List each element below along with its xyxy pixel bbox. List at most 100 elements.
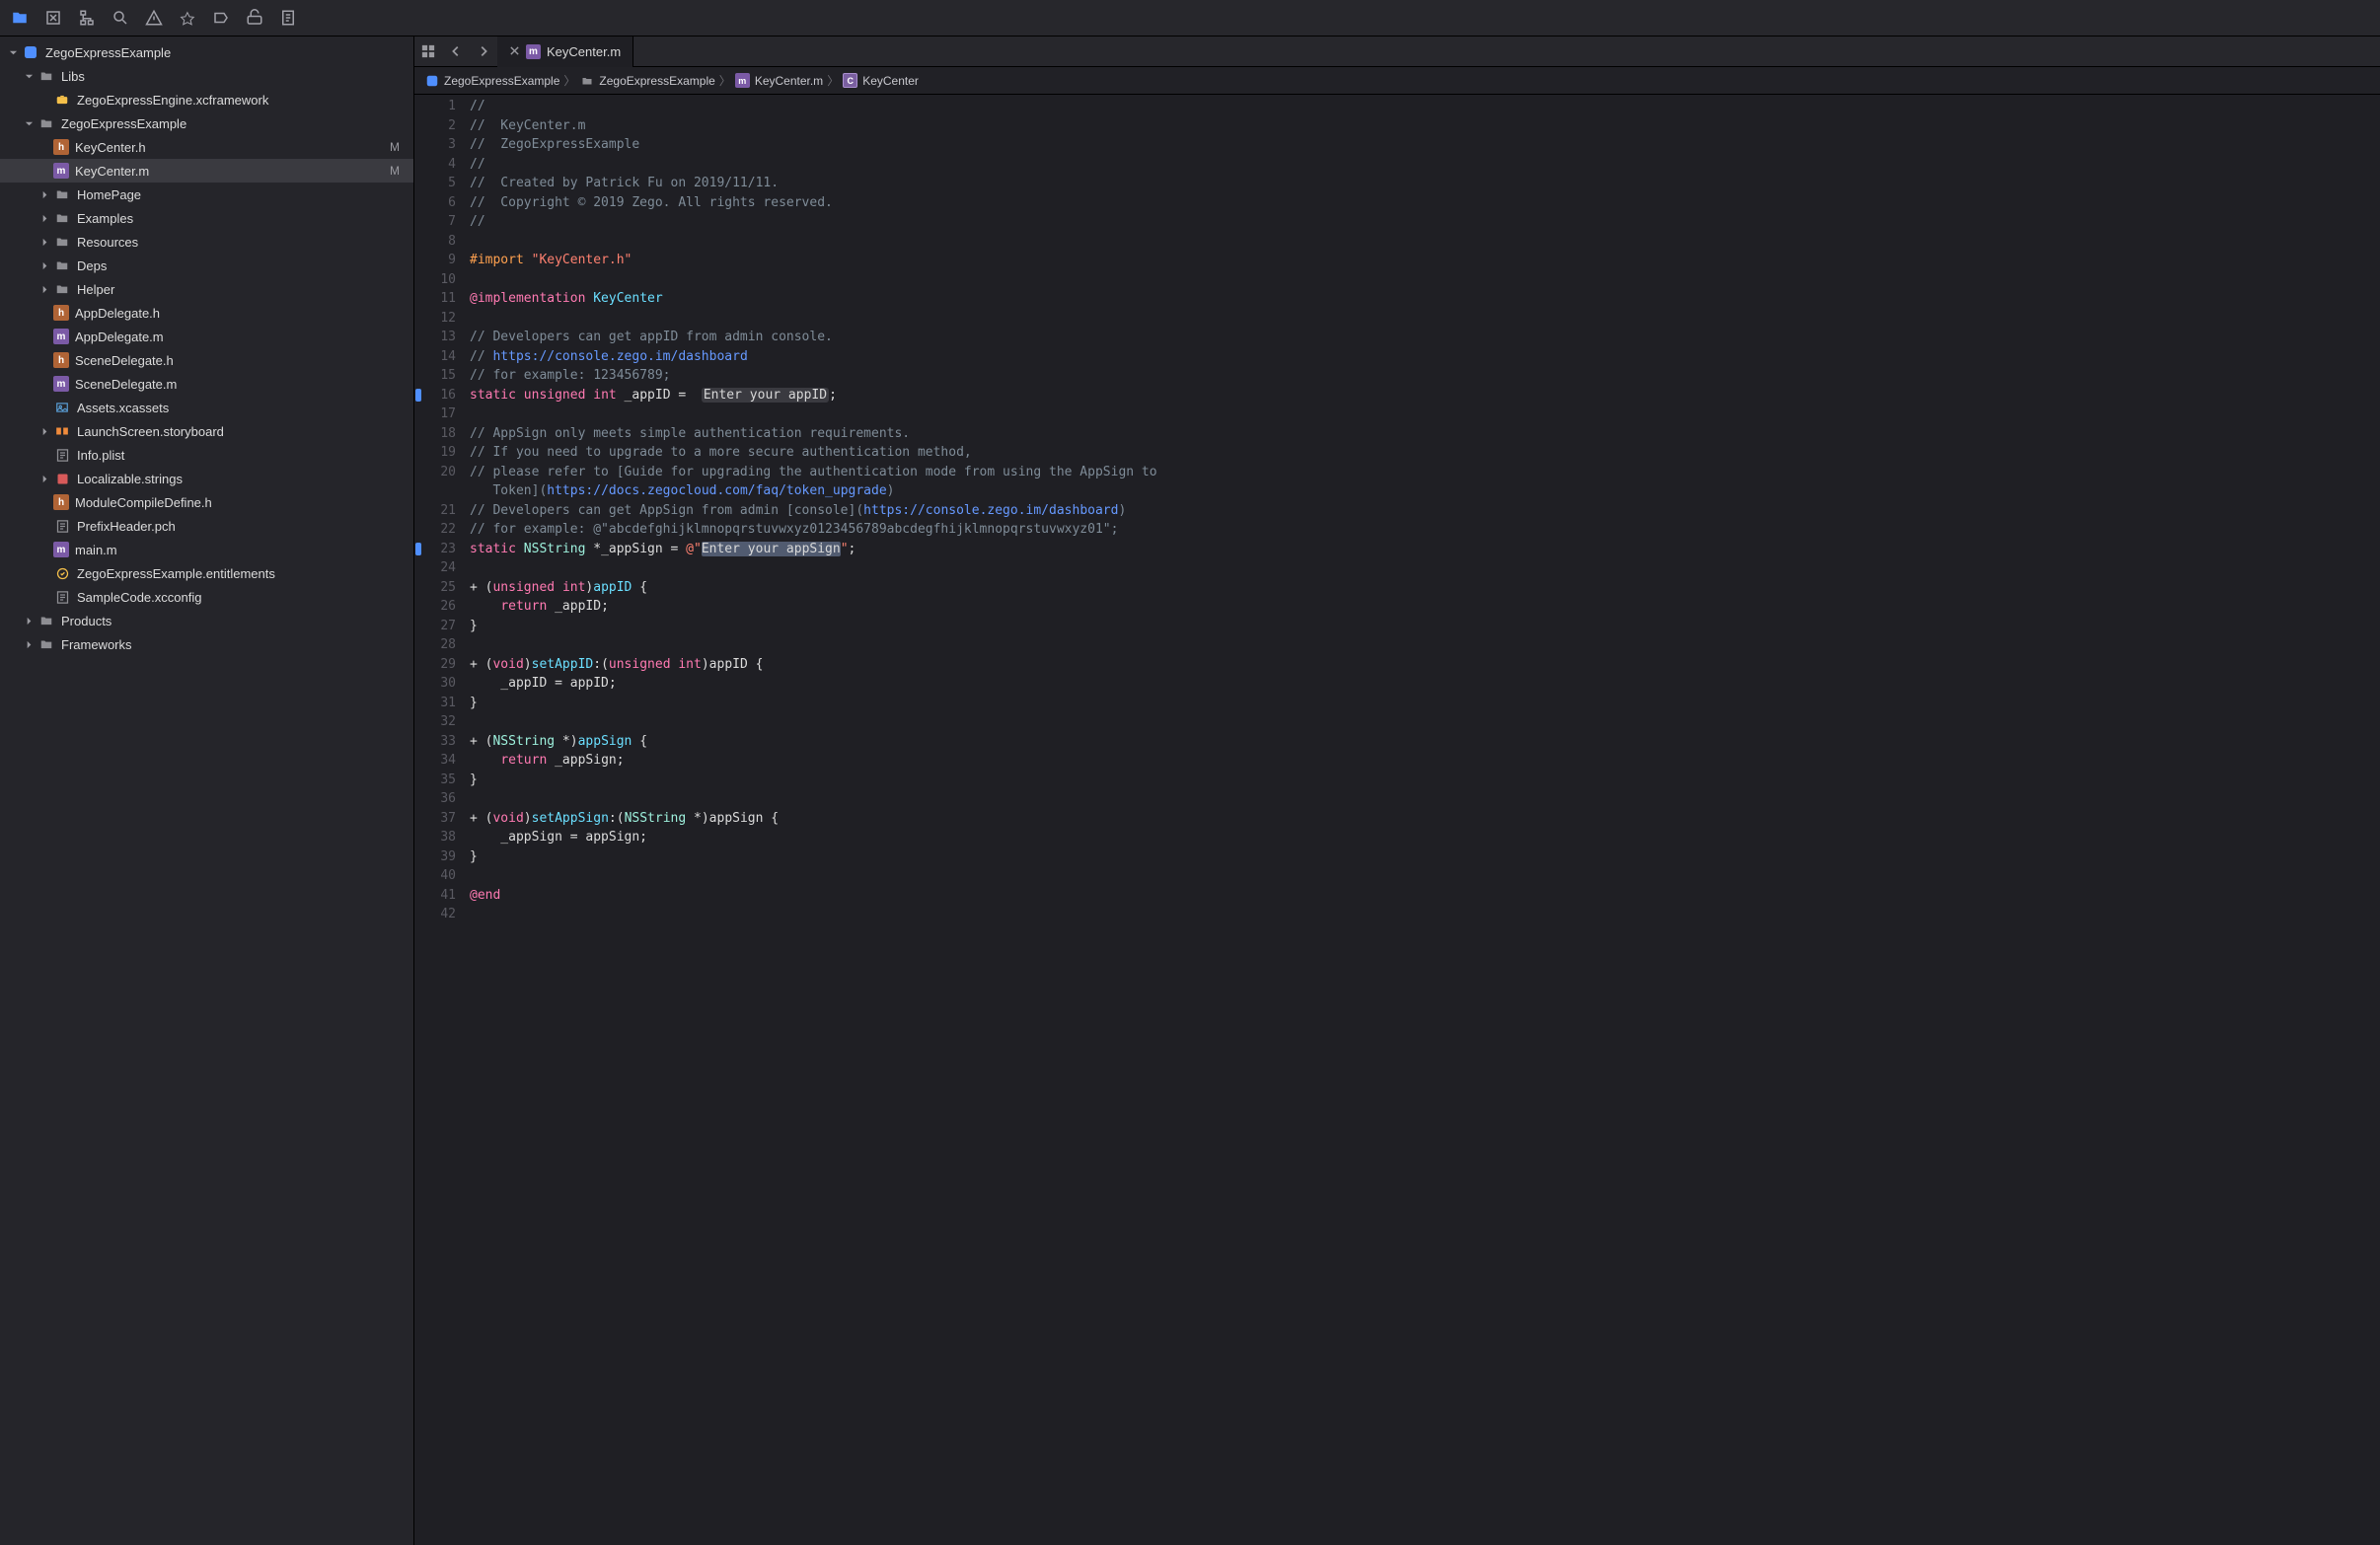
chevron-down-icon[interactable]: [22, 116, 36, 130]
jumpbar-segment[interactable]: mKeyCenter.m: [735, 73, 823, 88]
tree-row[interactable]: hModuleCompileDefine.h: [0, 490, 413, 514]
code-line[interactable]: 1//: [414, 97, 2380, 116]
chevron-right-icon[interactable]: [37, 187, 51, 201]
code-line[interactable]: 37+ (void)setAppSign:(NSString *)appSign…: [414, 809, 2380, 829]
search-icon[interactable]: [111, 8, 130, 28]
tree-row[interactable]: Libs: [0, 64, 413, 88]
code-line[interactable]: 10: [414, 270, 2380, 290]
code-line[interactable]: 28: [414, 635, 2380, 655]
tree-root[interactable]: ZegoExpressExample: [0, 40, 413, 64]
code-line[interactable]: 38 _appSign = appSign;: [414, 828, 2380, 847]
reports-icon[interactable]: [245, 8, 264, 28]
code-line[interactable]: 40: [414, 866, 2380, 886]
tree-row[interactable]: SampleCode.xcconfig: [0, 585, 413, 609]
breakpoints-icon[interactable]: [211, 8, 231, 28]
code-line[interactable]: 25+ (unsigned int)appID {: [414, 578, 2380, 598]
tree-row[interactable]: hAppDelegate.h: [0, 301, 413, 325]
tree-row[interactable]: ZegoExpressEngine.xcframework: [0, 88, 413, 111]
chevron-right-icon[interactable]: [22, 637, 36, 651]
tree-row[interactable]: Products: [0, 609, 413, 632]
code-line[interactable]: 19// If you need to upgrade to a more se…: [414, 443, 2380, 463]
tree-row[interactable]: Assets.xcassets: [0, 396, 413, 419]
tree-row[interactable]: Info.plist: [0, 443, 413, 467]
chevron-right-icon[interactable]: [37, 235, 51, 249]
tree-row[interactable]: ZegoExpressExample.entitlements: [0, 561, 413, 585]
code-line[interactable]: 36: [414, 789, 2380, 809]
chevron-right-icon[interactable]: [37, 424, 51, 438]
nav-back-icon[interactable]: [442, 37, 470, 65]
tree-row[interactable]: ZegoExpressExample: [0, 111, 413, 135]
jumpbar-segment[interactable]: ZegoExpressExample: [424, 73, 559, 88]
code-line[interactable]: 42: [414, 905, 2380, 924]
jump-bar[interactable]: ZegoExpressExample〉ZegoExpressExample〉mK…: [414, 67, 2380, 95]
code-line[interactable]: 29+ (void)setAppID:(unsigned int)appID {: [414, 655, 2380, 675]
code-line[interactable]: 7//: [414, 212, 2380, 232]
chevron-down-icon[interactable]: [22, 69, 36, 83]
chevron-right-icon[interactable]: [22, 614, 36, 627]
code-line[interactable]: 35}: [414, 771, 2380, 790]
editor-tab[interactable]: m KeyCenter.m: [497, 37, 633, 67]
code-line[interactable]: 9#import "KeyCenter.h": [414, 251, 2380, 270]
code-line[interactable]: 2// KeyCenter.m: [414, 116, 2380, 136]
code-line[interactable]: 27}: [414, 617, 2380, 636]
code-line[interactable]: 5// Created by Patrick Fu on 2019/11/11.: [414, 174, 2380, 193]
code-line[interactable]: 13// Developers can get appID from admin…: [414, 328, 2380, 347]
project-navigator[interactable]: ZegoExpressExample LibsZegoExpressEngine…: [0, 37, 414, 1545]
code-line[interactable]: 30 _appID = appID;: [414, 674, 2380, 694]
code-line[interactable]: 33+ (NSString *)appSign {: [414, 732, 2380, 752]
code-line[interactable]: 17: [414, 405, 2380, 424]
nav-forward-icon[interactable]: [470, 37, 497, 65]
code-line[interactable]: 26 return _appID;: [414, 597, 2380, 617]
code-line[interactable]: 8: [414, 232, 2380, 252]
code-line[interactable]: Token](https://docs.zegocloud.com/faq/to…: [414, 481, 2380, 501]
code-line[interactable]: 23static NSString *_appSign = @"Enter yo…: [414, 540, 2380, 559]
code-line[interactable]: 21// Developers can get AppSign from adm…: [414, 501, 2380, 521]
docs-icon[interactable]: [278, 8, 298, 28]
code-line[interactable]: 16static unsigned int _appID = Enter you…: [414, 386, 2380, 405]
chevron-right-icon[interactable]: [37, 282, 51, 296]
chevron-right-icon[interactable]: [37, 211, 51, 225]
tree-row[interactable]: Deps: [0, 254, 413, 277]
tree-row[interactable]: Examples: [0, 206, 413, 230]
close-tab-icon[interactable]: [509, 44, 520, 59]
code-line[interactable]: 15// for example: 123456789;: [414, 366, 2380, 386]
chevron-down-icon[interactable]: [6, 45, 20, 59]
tree-row[interactable]: mAppDelegate.m: [0, 325, 413, 348]
project-navigator-icon[interactable]: [10, 8, 30, 28]
jumpbar-segment[interactable]: CKeyCenter: [843, 73, 919, 88]
jumpbar-segment[interactable]: ZegoExpressExample: [579, 73, 714, 88]
tree-row[interactable]: hSceneDelegate.h: [0, 348, 413, 372]
tree-row[interactable]: HomePage: [0, 183, 413, 206]
code-editor[interactable]: 1//2// KeyCenter.m3// ZegoExpressExample…: [414, 95, 2380, 1545]
chevron-right-icon[interactable]: [37, 472, 51, 485]
code-line[interactable]: 4//: [414, 155, 2380, 175]
code-line[interactable]: 39}: [414, 847, 2380, 867]
code-line[interactable]: 20// please refer to [Guide for upgradin…: [414, 463, 2380, 482]
tree-row[interactable]: Localizable.strings: [0, 467, 413, 490]
code-line[interactable]: 32: [414, 712, 2380, 732]
code-line[interactable]: 11@implementation KeyCenter: [414, 289, 2380, 309]
tree-row[interactable]: PrefixHeader.pch: [0, 514, 413, 538]
code-line[interactable]: 6// Copyright © 2019 Zego. All rights re…: [414, 193, 2380, 213]
code-line[interactable]: 22// for example: @"abcdefghijklmnopqrst…: [414, 520, 2380, 540]
code-line[interactable]: 12: [414, 309, 2380, 329]
tree-row[interactable]: Resources: [0, 230, 413, 254]
issues-icon[interactable]: [144, 8, 164, 28]
tree-row[interactable]: mmain.m: [0, 538, 413, 561]
source-control-icon[interactable]: [43, 8, 63, 28]
hierarchy-icon[interactable]: [77, 8, 97, 28]
code-line[interactable]: 18// AppSign only meets simple authentic…: [414, 424, 2380, 444]
code-line[interactable]: 14// https://console.zego.im/dashboard: [414, 347, 2380, 367]
tree-row[interactable]: Helper: [0, 277, 413, 301]
tree-row[interactable]: hKeyCenter.hM: [0, 135, 413, 159]
code-line[interactable]: 41@end: [414, 886, 2380, 906]
chevron-right-icon[interactable]: [37, 258, 51, 272]
code-line[interactable]: 31}: [414, 694, 2380, 713]
code-line[interactable]: 34 return _appSign;: [414, 751, 2380, 771]
tree-row[interactable]: mKeyCenter.mM: [0, 159, 413, 183]
tree-row[interactable]: Frameworks: [0, 632, 413, 656]
code-line[interactable]: 24: [414, 558, 2380, 578]
editor-grid-icon[interactable]: [414, 37, 442, 65]
tree-row[interactable]: mSceneDelegate.m: [0, 372, 413, 396]
bookmark-icon[interactable]: [178, 8, 197, 28]
